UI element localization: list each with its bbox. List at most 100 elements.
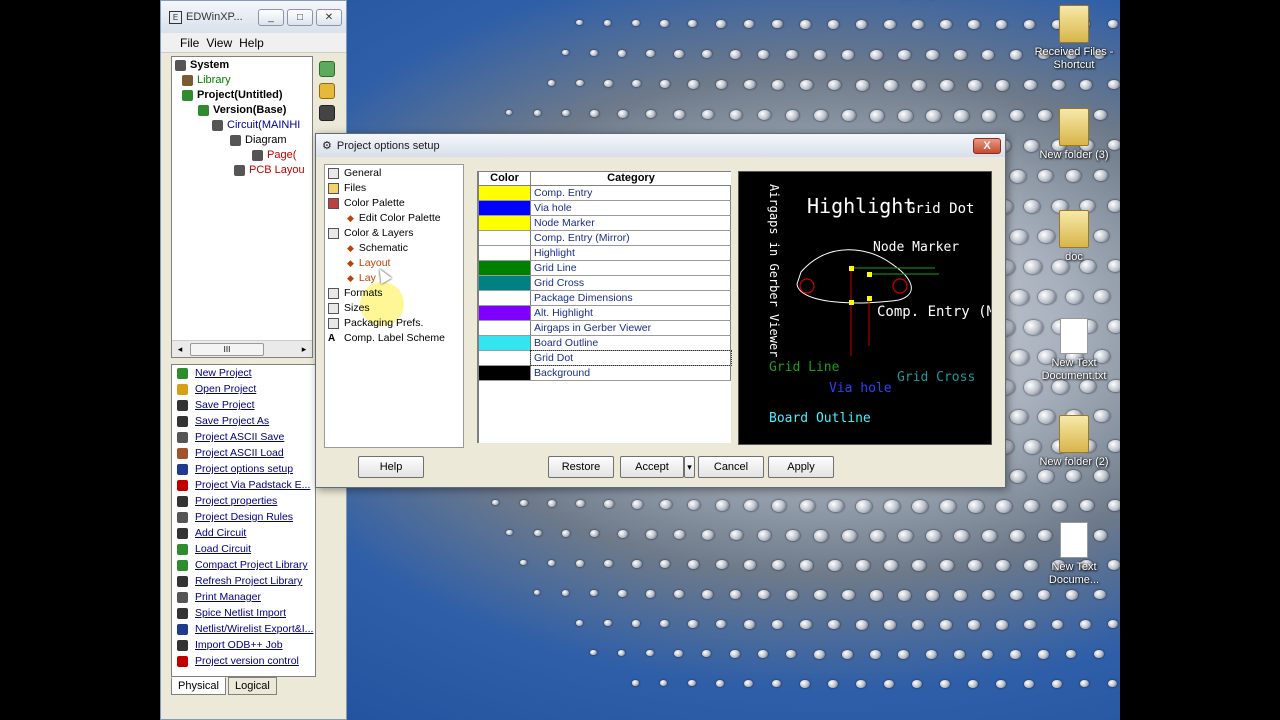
accept-button[interactable]: Accept — [620, 456, 684, 478]
command-item[interactable]: Project ASCII Load — [172, 445, 315, 461]
color-row[interactable]: Grid Cross — [479, 276, 731, 291]
scroll-right-icon[interactable]: ▸ — [296, 344, 312, 355]
desktop-icon[interactable]: Received Files - Shortcut — [1034, 5, 1114, 72]
desktop-icon[interactable]: doc — [1034, 210, 1114, 264]
command-item[interactable]: Project Via Padstack E... — [172, 477, 315, 493]
color-row[interactable]: Alt. Highlight — [479, 306, 731, 321]
project-tree-node[interactable]: Circuit(MAINHI — [212, 119, 300, 131]
desktop-icon[interactable]: New folder (3) — [1034, 108, 1114, 162]
dialog-titlebar[interactable]: ⚙ Project options setup — [316, 134, 1005, 157]
command-item[interactable]: Project options setup — [172, 461, 315, 477]
project-tree-node[interactable]: Diagram — [230, 134, 287, 146]
dialog-close-button[interactable]: X — [973, 138, 1001, 154]
options-tree[interactable]: General Files Color Palette ◆ Edit Color Pal… — [324, 164, 464, 448]
minimize-button[interactable]: _ — [258, 8, 284, 26]
accept-dropdown-button[interactable]: ▾ — [684, 456, 695, 478]
color-swatch[interactable] — [479, 246, 531, 260]
project-tree-node[interactable]: Page( — [252, 149, 296, 161]
tab-logical[interactable]: Logical — [227, 677, 277, 695]
scroll-left-icon[interactable]: ◂ — [172, 344, 188, 355]
command-item[interactable]: Print Manager — [172, 589, 315, 605]
main-window-titlebar[interactable]: E EDWinXP... _ □ ✕ — [161, 1, 346, 33]
color-category-table[interactable]: Color Category Comp. Entry Via hole Node M… — [477, 171, 732, 443]
color-row[interactable]: Background — [479, 366, 731, 381]
color-row[interactable]: Board Outline — [479, 336, 731, 351]
command-item[interactable]: Spice Netlist Import — [172, 605, 315, 621]
menu-file[interactable]: File — [180, 36, 199, 50]
color-row[interactable]: Node Marker — [479, 216, 731, 231]
command-item[interactable]: Project properties — [172, 493, 315, 509]
command-item[interactable]: Save Project — [172, 397, 315, 413]
project-tree-node[interactable]: PCB Layou — [234, 164, 305, 176]
menu-view[interactable]: View — [206, 36, 232, 50]
desktop-icon[interactable]: New folder (2) — [1034, 415, 1114, 469]
color-swatch[interactable] — [479, 261, 531, 275]
command-item[interactable]: Project ASCII Save — [172, 429, 315, 445]
command-item[interactable]: Compact Project Library — [172, 557, 315, 573]
options-tree-item[interactable]: Color & Layers — [328, 227, 413, 239]
apply-button[interactable]: Apply — [768, 456, 834, 478]
options-tree-item[interactable]: Sizes — [328, 302, 370, 314]
options-tree-item[interactable]: A Comp. Label Scheme — [328, 332, 445, 344]
color-row[interactable]: Highlight — [479, 246, 731, 261]
color-swatch[interactable] — [479, 366, 531, 380]
project-tree-node[interactable]: Project(Untitled) — [182, 89, 283, 101]
color-column-header[interactable]: Color — [479, 172, 531, 185]
options-tree-item[interactable]: Files — [328, 182, 366, 194]
color-row[interactable]: Comp. Entry (Mirror) — [479, 231, 731, 246]
command-item[interactable]: Add Circuit — [172, 525, 315, 541]
save-tool-icon[interactable] — [319, 105, 335, 121]
project-options-dialog[interactable]: ⚙ Project options setup X General Files Co… — [315, 133, 1006, 488]
maximize-button[interactable]: □ — [287, 8, 313, 26]
command-item[interactable]: Project version control — [172, 653, 315, 669]
color-swatch[interactable] — [479, 186, 531, 200]
color-row[interactable]: Grid Line — [479, 261, 731, 276]
tree-horizontal-scrollbar[interactable]: ◂ III ▸ — [172, 340, 312, 357]
color-swatch[interactable] — [479, 276, 531, 290]
color-swatch[interactable] — [479, 231, 531, 245]
command-item[interactable]: New Project — [172, 365, 315, 381]
category-column-header[interactable]: Category — [531, 172, 731, 185]
command-item[interactable]: Refresh Project Library — [172, 573, 315, 589]
options-tree-item[interactable]: Color Palette — [328, 197, 405, 209]
close-button[interactable]: ✕ — [316, 8, 342, 26]
project-tree-node[interactable]: Library — [182, 74, 231, 86]
project-tree-node[interactable]: Version(Base) — [198, 104, 286, 116]
project-tree-node[interactable]: System — [175, 59, 229, 71]
menu-help[interactable]: Help — [239, 36, 264, 50]
tab-physical[interactable]: Physical — [171, 677, 226, 695]
command-item[interactable]: Netlist/Wirelist Export&I... — [172, 621, 315, 637]
color-row[interactable]: Comp. Entry — [479, 186, 731, 201]
help-button[interactable]: Help — [358, 456, 424, 478]
command-item[interactable]: Import ODB++ Job — [172, 637, 315, 653]
color-swatch[interactable] — [479, 321, 531, 335]
options-tree-item[interactable]: ◆ Edit Color Palette — [347, 212, 441, 224]
color-swatch[interactable] — [479, 216, 531, 230]
new-project-tool-icon[interactable] — [319, 61, 335, 77]
command-item[interactable]: Load Circuit — [172, 541, 315, 557]
scroll-thumb[interactable]: III — [190, 342, 264, 356]
command-item[interactable]: Project Design Rules — [172, 509, 315, 525]
color-swatch[interactable] — [479, 291, 531, 305]
restore-button[interactable]: Restore — [548, 456, 614, 478]
command-item[interactable]: Save Project As — [172, 413, 315, 429]
color-swatch[interactable] — [479, 351, 531, 365]
color-swatch[interactable] — [479, 306, 531, 320]
options-tree-item[interactable]: ◆ Schematic — [347, 242, 408, 254]
color-swatch[interactable] — [479, 336, 531, 350]
color-row[interactable]: Airgaps in Gerber Viewer — [479, 321, 731, 336]
color-swatch[interactable] — [479, 201, 531, 215]
desktop-icon[interactable]: New Text Document.txt — [1034, 318, 1114, 383]
options-tree-item[interactable]: Formats — [328, 287, 383, 299]
options-tree-item[interactable]: General — [328, 167, 381, 179]
options-tree-item[interactable]: ◆ Lay — [347, 272, 376, 284]
color-row[interactable]: Grid Dot — [479, 350, 732, 366]
color-row[interactable]: Via hole — [479, 201, 731, 216]
desktop-icon[interactable]: New Text Docume... — [1034, 522, 1114, 587]
color-row[interactable]: Package Dimensions — [479, 291, 731, 306]
open-folder-tool-icon[interactable] — [319, 83, 335, 99]
cancel-button[interactable]: Cancel — [698, 456, 764, 478]
project-tree[interactable]: System Library Project(Untitled) Version(Ba… — [171, 56, 313, 358]
options-tree-item[interactable]: Packaging Prefs. — [328, 317, 423, 329]
command-item[interactable]: Open Project — [172, 381, 315, 397]
